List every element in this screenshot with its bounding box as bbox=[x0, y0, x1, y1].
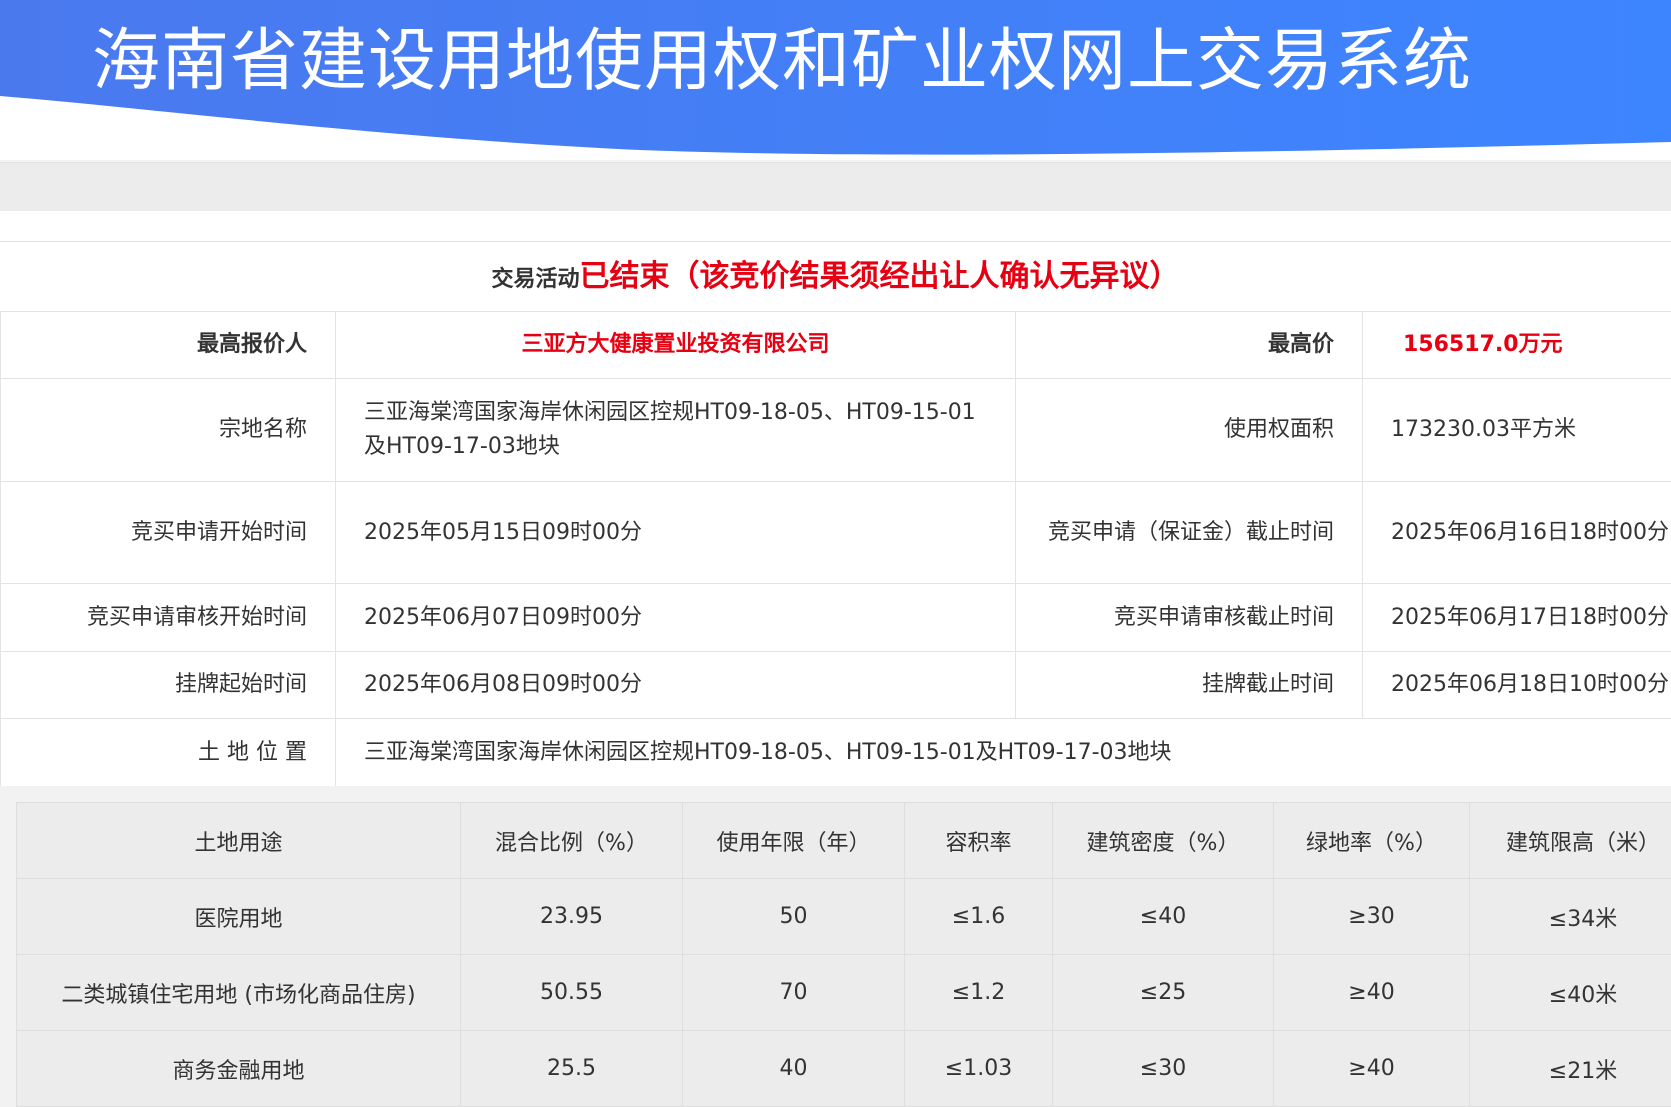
usage-cell: ≥40 bbox=[1274, 1031, 1470, 1107]
usage-cell: 二类城镇住宅用地 (市场化商品住房) bbox=[17, 955, 461, 1031]
usage-cell: ≤34米 bbox=[1470, 879, 1671, 955]
top-bidder-label: 最高报价人 bbox=[1, 312, 336, 379]
apply-deadline-value: 2025年06月16日18时00分 bbox=[1363, 482, 1671, 584]
usage-cell: ≤40 bbox=[1053, 879, 1274, 955]
status-value: 已结束（该竞价结果须经出让人确认无异议） bbox=[580, 259, 1180, 294]
table-row: 医院用地 23.95 50 ≤1.6 ≤40 ≥30 ≤34米 bbox=[17, 879, 1671, 955]
listing-start-label: 挂牌起始时间 bbox=[1, 652, 336, 719]
usage-cell: ≤1.03 bbox=[905, 1031, 1053, 1107]
review-start-value: 2025年06月07日09时00分 bbox=[336, 584, 1016, 652]
usage-cell: 医院用地 bbox=[17, 879, 461, 955]
usage-cell: 商务金融用地 bbox=[17, 1031, 461, 1107]
apply-start-label: 竞买申请开始时间 bbox=[1, 482, 336, 584]
trade-detail-panel: 交易活动已结束（该竞价结果须经出让人确认无异议） 最高报价人 三亚方大健康置业投… bbox=[0, 211, 1671, 1093]
table-row: 商务金融用地 25.5 40 ≤1.03 ≤30 ≥40 ≤21米 bbox=[17, 1031, 1671, 1107]
apply-start-value: 2025年05月15日09时00分 bbox=[336, 482, 1016, 584]
area-label: 使用权面积 bbox=[1016, 379, 1363, 482]
usage-header-cell: 容积率 bbox=[905, 803, 1053, 879]
usage-cell: ≤1.6 bbox=[905, 879, 1053, 955]
land-usage-table: 土地用途 混合比例（%） 使用年限（年） 容积率 建筑密度（%） 绿地率（%） … bbox=[16, 802, 1671, 1107]
usage-cell: ≥30 bbox=[1274, 879, 1470, 955]
location-value: 三亚海棠湾国家海岸休闲园区控规HT09-18-05、HT09-15-01及HT0… bbox=[336, 719, 1671, 787]
usage-cell: 70 bbox=[683, 955, 905, 1031]
table-row: 最高报价人 三亚方大健康置业投资有限公司 最高价 156517.0万元 bbox=[1, 312, 1671, 379]
table-row: 竞买申请审核开始时间 2025年06月07日09时00分 竞买申请审核截止时间 … bbox=[1, 584, 1671, 652]
usage-header-cell: 绿地率（%） bbox=[1274, 803, 1470, 879]
area-value: 173230.03平方米 bbox=[1363, 379, 1671, 482]
system-title: 海南省建设用地使用权和矿业权网上交易系统 bbox=[92, 22, 1472, 102]
usage-header-cell: 土地用途 bbox=[17, 803, 461, 879]
parcel-name-value: 三亚海棠湾国家海岸休闲园区控规HT09-18-05、HT09-15-01及HT0… bbox=[336, 379, 1016, 482]
usage-header-cell: 建筑密度（%） bbox=[1053, 803, 1274, 879]
usage-cell: ≤40米 bbox=[1470, 955, 1671, 1031]
usage-cell: 40 bbox=[683, 1031, 905, 1107]
top-price-label: 最高价 bbox=[1016, 312, 1363, 379]
status-prefix: 交易活动 bbox=[491, 267, 579, 292]
usage-cell: 50.55 bbox=[461, 955, 683, 1031]
usage-header-cell: 混合比例（%） bbox=[461, 803, 683, 879]
top-bidder-value: 三亚方大健康置业投资有限公司 bbox=[336, 312, 1016, 379]
location-label: 土 地 位 置 bbox=[1, 719, 336, 787]
usage-cell: 25.5 bbox=[461, 1031, 683, 1107]
usage-cell: 23.95 bbox=[461, 879, 683, 955]
listing-end-label: 挂牌截止时间 bbox=[1016, 652, 1363, 719]
apply-deadline-label: 竞买申请（保证金）截止时间 bbox=[1016, 482, 1363, 584]
usage-cell: 50 bbox=[683, 879, 905, 955]
usage-cell: ≤25 bbox=[1053, 955, 1274, 1031]
usage-header-cell: 建筑限高（米） bbox=[1470, 803, 1671, 879]
listing-start-value: 2025年06月08日09时00分 bbox=[336, 652, 1016, 719]
review-start-label: 竞买申请审核开始时间 bbox=[1, 584, 336, 652]
table-row: 宗地名称 三亚海棠湾国家海岸休闲园区控规HT09-18-05、HT09-15-0… bbox=[1, 379, 1671, 482]
usage-cell: ≥40 bbox=[1274, 955, 1470, 1031]
trade-status-row: 交易活动已结束（该竞价结果须经出让人确认无异议） bbox=[0, 241, 1671, 312]
top-price-value: 156517.0万元 bbox=[1363, 312, 1671, 379]
trade-info-table: 最高报价人 三亚方大健康置业投资有限公司 最高价 156517.0万元 宗地名称… bbox=[0, 311, 1671, 787]
toolbar-band bbox=[0, 162, 1671, 211]
usage-cell: ≤1.2 bbox=[905, 955, 1053, 1031]
parcel-name-label: 宗地名称 bbox=[1, 379, 336, 482]
usage-header-cell: 使用年限（年） bbox=[683, 803, 905, 879]
usage-cell: ≤30 bbox=[1053, 1031, 1274, 1107]
review-end-value: 2025年06月17日18时00分 bbox=[1363, 584, 1671, 652]
table-row: 挂牌起始时间 2025年06月08日09时00分 挂牌截止时间 2025年06月… bbox=[1, 652, 1671, 719]
review-end-label: 竞买申请审核截止时间 bbox=[1016, 584, 1363, 652]
table-row: 二类城镇住宅用地 (市场化商品住房) 50.55 70 ≤1.2 ≤25 ≥40… bbox=[17, 955, 1671, 1031]
table-row: 竞买申请开始时间 2025年05月15日09时00分 竞买申请（保证金）截止时间… bbox=[1, 482, 1671, 584]
usage-cell: ≤21米 bbox=[1470, 1031, 1671, 1107]
land-usage-section: 土地用途 混合比例（%） 使用年限（年） 容积率 建筑密度（%） 绿地率（%） … bbox=[0, 786, 1671, 1093]
table-row: 土 地 位 置 三亚海棠湾国家海岸休闲园区控规HT09-18-05、HT09-1… bbox=[1, 719, 1671, 787]
header-banner: 海南省建设用地使用权和矿业权网上交易系统 bbox=[0, 0, 1671, 160]
listing-end-value: 2025年06月18日10时00分 bbox=[1363, 652, 1671, 719]
usage-header-row: 土地用途 混合比例（%） 使用年限（年） 容积率 建筑密度（%） 绿地率（%） … bbox=[17, 803, 1671, 879]
